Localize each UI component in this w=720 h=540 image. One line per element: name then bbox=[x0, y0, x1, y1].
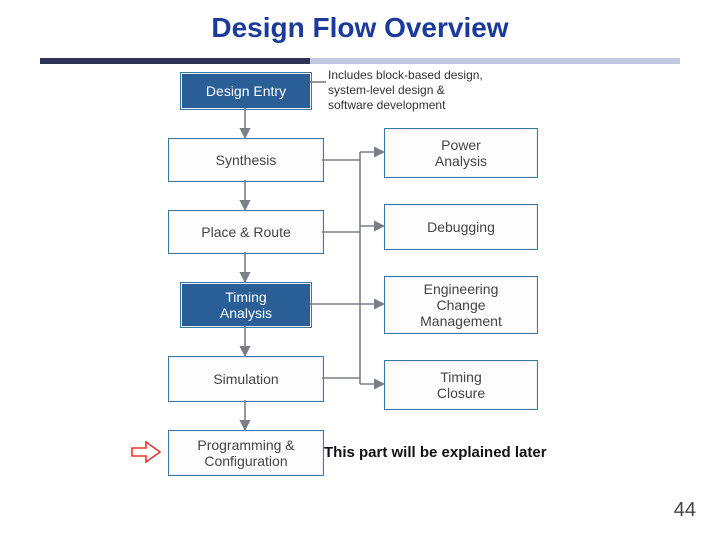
box-simulation: Simulation bbox=[168, 356, 324, 402]
box-place-route: Place & Route bbox=[168, 210, 324, 254]
page-title: Design Flow Overview bbox=[0, 12, 720, 44]
box-power-analysis: Power Analysis bbox=[384, 128, 538, 178]
box-timing-closure: Timing Closure bbox=[384, 360, 538, 410]
callout-arrow-icon bbox=[130, 438, 164, 466]
title-underline-light bbox=[310, 58, 680, 64]
caption-explained-later: This part will be explained later bbox=[324, 444, 547, 461]
box-synthesis: Synthesis bbox=[168, 138, 324, 182]
annotation-design-entry: Includes block-based design, system-leve… bbox=[328, 68, 483, 113]
page-number: 44 bbox=[674, 499, 696, 522]
box-programming: Programming & Configuration bbox=[168, 430, 324, 476]
title-underline-dark bbox=[40, 58, 310, 64]
box-timing-analysis: Timing Analysis bbox=[180, 282, 312, 328]
box-ecm: Engineering Change Management bbox=[384, 276, 538, 334]
box-debugging: Debugging bbox=[384, 204, 538, 250]
box-design-entry: Design Entry bbox=[180, 72, 312, 110]
